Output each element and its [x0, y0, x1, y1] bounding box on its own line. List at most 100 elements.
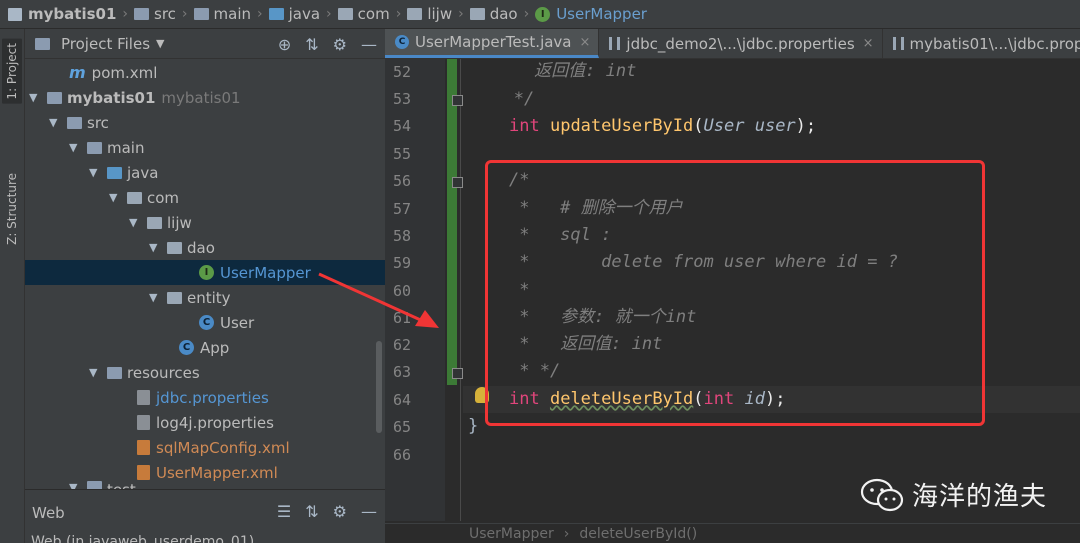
tree-item-label: sqlMapConfig.xml — [156, 438, 290, 457]
tree-item-label: User — [220, 313, 255, 332]
tree-item-label: mybatis01 — [67, 88, 156, 107]
chevron-right-icon: › — [257, 6, 263, 22]
tab-label: UserMapperTest.java — [415, 33, 572, 51]
expanded-arrow-icon[interactable]: ▼ — [149, 241, 163, 254]
tree-item-label: test — [107, 481, 136, 489]
collapse-all-icon[interactable]: ⇅ — [305, 502, 318, 521]
expanded-arrow-icon[interactable]: ▼ — [129, 216, 143, 229]
tab-mybatis01-properties[interactable]: mybatis01\...\jdbc.propert — [883, 29, 1080, 58]
tree-item-module[interactable]: ▼ mybatis01 mybatis01 — [25, 85, 385, 110]
line-number: 57 — [392, 200, 411, 218]
fold-marker-icon[interactable] — [452, 95, 463, 106]
line-number: 54 — [392, 117, 411, 135]
pointer-arrow — [318, 272, 439, 328]
source-folder-icon — [107, 166, 122, 179]
gear-icon[interactable]: ⚙ — [333, 35, 347, 54]
folder-icon — [87, 481, 102, 489]
status-crumb-class[interactable]: UserMapper — [469, 526, 554, 542]
dropdown-caret-icon[interactable]: ▼ — [156, 37, 164, 50]
tree-item-label: entity — [187, 288, 231, 307]
tree-item-resources[interactable]: ▼ resources — [25, 360, 385, 385]
vcs-change-marker — [447, 59, 457, 385]
expanded-arrow-icon[interactable]: ▼ — [49, 116, 63, 129]
crumb-label: dao — [489, 5, 518, 23]
watermark-text: 海洋的渔夫 — [912, 482, 1048, 512]
line-number: 56 — [392, 172, 411, 190]
gear-icon[interactable]: ⚙ — [333, 502, 347, 521]
hide-panel-icon[interactable]: — — [361, 35, 377, 54]
project-view-icon — [35, 37, 50, 50]
parameter-name: user — [754, 116, 796, 136]
project-view-selector[interactable]: Project Files — [61, 35, 150, 53]
code-line-53: */ — [463, 86, 1080, 113]
crumb-dao[interactable]: dao › — [469, 5, 536, 23]
collapse-all-icon[interactable]: ⇅ — [305, 35, 318, 54]
structure-tool-tab[interactable]: Z: Structure — [2, 169, 22, 249]
crumb-src[interactable]: src › — [134, 5, 194, 23]
crumb-label: java — [288, 5, 321, 23]
crumb-com[interactable]: com › — [337, 5, 408, 23]
fold-marker-icon[interactable] — [452, 177, 463, 188]
project-panel: Project Files ▼ ⊕ ⇅ ⚙ — m pom.xml ▼ mybati… — [25, 29, 385, 489]
crumb-project[interactable]: mybatis01 › — [8, 5, 134, 23]
tree-item-com[interactable]: ▼ com — [25, 185, 385, 210]
module-folder-icon — [47, 91, 62, 104]
tree-item-label: jdbc.properties — [156, 388, 269, 407]
project-tool-tab[interactable]: 1: Project — [2, 39, 22, 104]
tree-item-log4j-props[interactable]: log4j.properties — [25, 410, 385, 435]
expanded-arrow-icon[interactable]: ▼ — [69, 141, 83, 154]
tree-item-label: resources — [127, 363, 200, 382]
line-number: 66 — [392, 446, 411, 464]
tree-item-label: lijw — [167, 213, 192, 232]
chevron-right-icon: › — [395, 6, 402, 22]
crumb-label: mybatis01 — [28, 5, 117, 23]
tree-item-src[interactable]: ▼ src — [25, 110, 385, 135]
crumb-java[interactable]: java › — [268, 5, 338, 23]
crumb-main[interactable]: main › — [193, 5, 269, 23]
tree-item-java[interactable]: ▼ java — [25, 160, 385, 185]
close-icon[interactable]: × — [863, 36, 874, 51]
tree-item-label: dao — [187, 238, 215, 257]
properties-file-icon — [892, 37, 904, 50]
tree-item-jdbc-props[interactable]: jdbc.properties — [25, 385, 385, 410]
expand-all-icon[interactable]: ☰ — [277, 502, 291, 521]
crumb-usermapper[interactable]: I UserMapper — [535, 5, 647, 23]
fold-marker-icon[interactable] — [452, 368, 463, 379]
tree-item-main[interactable]: ▼ main — [25, 135, 385, 160]
chevron-right-icon: › — [458, 6, 464, 22]
project-scrollbar[interactable] — [376, 341, 382, 433]
locate-file-icon[interactable]: ⊕ — [278, 35, 291, 54]
tree-item-pom[interactable]: m pom.xml — [25, 60, 385, 85]
close-icon[interactable]: × — [580, 35, 591, 50]
expanded-arrow-icon[interactable]: ▼ — [69, 481, 83, 489]
project-panel-header: Project Files ▼ ⊕ ⇅ ⚙ — — [25, 29, 385, 59]
tab-label: jdbc_demo2\...\jdbc.properties — [626, 34, 855, 53]
gutter-divider — [460, 59, 461, 521]
type-name: User — [703, 116, 745, 136]
line-number: 52 — [392, 63, 411, 81]
tree-item-lijw[interactable]: ▼ lijw — [25, 210, 385, 235]
tab-jdbc-demo2-properties[interactable]: jdbc_demo2\...\jdbc.properties × — [599, 29, 883, 58]
chevron-right-icon: › — [326, 6, 332, 22]
crumb-lijw[interactable]: lijw › — [407, 5, 469, 23]
expanded-arrow-icon[interactable]: ▼ — [89, 366, 103, 379]
expanded-arrow-icon[interactable]: ▼ — [149, 291, 163, 304]
tree-item-label: java — [127, 163, 159, 182]
xml-file-icon — [137, 440, 150, 455]
editor-tabs: C UserMapperTest.java × jdbc_demo2\...\jdb… — [385, 29, 1080, 59]
web-facet-row[interactable]: Web (in javaweb_userdemo_01) — [31, 534, 254, 543]
navigation-breadcrumb: mybatis01 › src › main › java › com › lijw › d… — [0, 0, 1080, 29]
watermark: 海洋的渔夫 — [860, 476, 1047, 513]
hide-panel-icon[interactable]: — — [361, 502, 377, 521]
tree-item-sqlmapconfig[interactable]: sqlMapConfig.xml — [25, 435, 385, 460]
tree-item-dao[interactable]: ▼ dao — [25, 235, 385, 260]
tree-item-test[interactable]: ▼ test — [25, 481, 385, 489]
tree-item-label: UserMapper.xml — [156, 463, 278, 482]
status-crumb-method[interactable]: deleteUserById() — [579, 526, 697, 542]
tab-usermappertest[interactable]: C UserMapperTest.java × — [385, 29, 600, 58]
expanded-arrow-icon[interactable]: ▼ — [29, 91, 43, 104]
line-number: 53 — [392, 90, 411, 108]
tree-item-label: log4j.properties — [156, 413, 274, 432]
expanded-arrow-icon[interactable]: ▼ — [109, 191, 123, 204]
expanded-arrow-icon[interactable]: ▼ — [89, 166, 103, 179]
